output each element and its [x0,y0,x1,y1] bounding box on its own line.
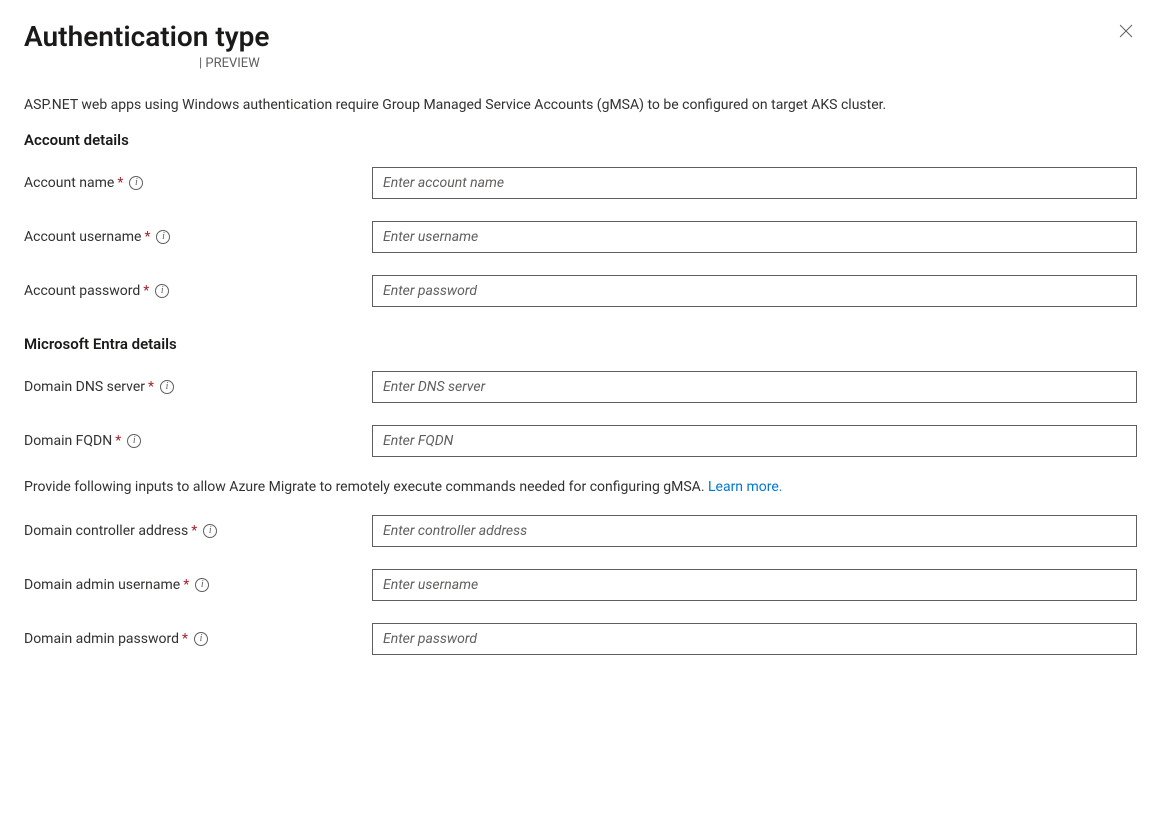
domain-dns-input[interactable] [372,371,1137,403]
account-name-input[interactable] [372,167,1137,199]
required-mark: * [144,229,150,245]
info-icon[interactable]: i [203,524,217,538]
account-username-input[interactable] [372,221,1137,253]
required-mark: * [182,631,188,647]
label-account-password: Account password [24,283,140,299]
info-icon[interactable]: i [129,176,143,190]
domain-admin-password-input[interactable] [372,623,1137,655]
learn-more-link[interactable]: Learn more. [708,479,783,495]
label-wrap-account-username: Account username * i [24,229,372,245]
row-account-password: Account password * i [24,275,1137,307]
title-block: Authentication type | PREVIEW [24,20,269,71]
required-mark: * [143,283,149,299]
label-wrap-account-password: Account password * i [24,283,372,299]
domain-fqdn-input[interactable] [372,425,1137,457]
info-icon[interactable]: i [160,380,174,394]
label-domain-controller: Domain controller address [24,523,188,539]
info-icon[interactable]: i [195,578,209,592]
section-heading-account: Account details [24,131,1137,149]
close-icon [1119,24,1133,38]
row-domain-fqdn: Domain FQDN * i [24,425,1137,457]
info-icon[interactable]: i [155,284,169,298]
info-icon[interactable]: i [156,230,170,244]
label-wrap-domain-admin-password: Domain admin password * i [24,631,372,647]
section-heading-entra: Microsoft Entra details [24,335,1137,353]
label-wrap-domain-fqdn: Domain FQDN * i [24,433,372,449]
label-wrap-domain-dns: Domain DNS server * i [24,379,372,395]
preview-badge: | PREVIEW [199,56,269,71]
domain-controller-input[interactable] [372,515,1137,547]
required-mark: * [183,577,189,593]
required-mark: * [115,433,121,449]
label-wrap-domain-admin-username: Domain admin username * i [24,577,372,593]
account-password-input[interactable] [372,275,1137,307]
row-account-username: Account username * i [24,221,1137,253]
label-domain-dns: Domain DNS server [24,379,145,395]
helper-text-content: Provide following inputs to allow Azure … [24,479,708,495]
row-domain-admin-password: Domain admin password * i [24,623,1137,655]
close-button[interactable] [1115,20,1137,46]
page-title: Authentication type [24,20,269,54]
row-domain-controller: Domain controller address * i [24,515,1137,547]
label-domain-admin-username: Domain admin username [24,577,180,593]
row-domain-dns: Domain DNS server * i [24,371,1137,403]
label-account-name: Account name [24,175,114,191]
row-account-name: Account name * i [24,167,1137,199]
label-wrap-domain-controller: Domain controller address * i [24,523,372,539]
label-account-username: Account username [24,229,141,245]
entra-helper-text: Provide following inputs to allow Azure … [24,479,1137,495]
label-wrap-account-name: Account name * i [24,175,372,191]
required-mark: * [117,175,123,191]
info-icon[interactable]: i [127,434,141,448]
panel-header: Authentication type | PREVIEW [24,20,1137,71]
required-mark: * [191,523,197,539]
label-domain-admin-password: Domain admin password [24,631,179,647]
label-domain-fqdn: Domain FQDN [24,433,112,449]
required-mark: * [148,379,154,395]
info-icon[interactable]: i [194,632,208,646]
intro-text: ASP.NET web apps using Windows authentic… [24,97,1137,113]
domain-admin-username-input[interactable] [372,569,1137,601]
row-domain-admin-username: Domain admin username * i [24,569,1137,601]
